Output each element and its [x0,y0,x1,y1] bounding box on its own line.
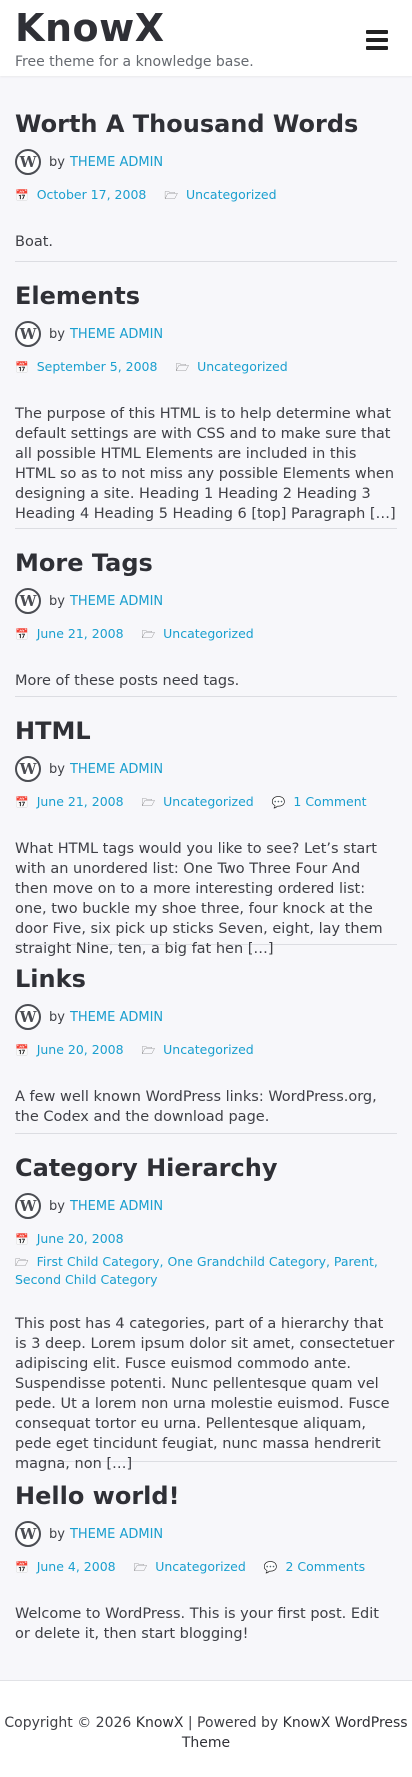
post-meta: 📅 June 21, 2008 🗁 Uncategorized [15,625,397,643]
site-header: KnowX Free theme for a knowledge base. [0,0,412,76]
post-category[interactable]: Uncategorized [163,1042,254,1057]
post-item: More Tags W by THEME ADMIN 📅 June 21, 20… [15,529,397,697]
comment-icon: 💬 [263,1561,278,1574]
post-byline: W by THEME ADMIN [15,1520,397,1548]
wordpress-logo-icon: W [15,756,41,782]
post-excerpt: The purpose of this HTML is to help dete… [15,406,396,522]
calendar-icon: 📅 [15,361,29,374]
calendar-icon: 📅 [15,796,29,809]
wordpress-logo-icon: W [15,149,41,175]
post-list: Worth A Thousand Words W by THEME ADMIN … [0,76,412,1658]
wordpress-logo-icon: W [15,588,41,614]
post-item: HTML W by THEME ADMIN 📅 June 21, 2008 🗁 … [15,697,397,957]
post-excerpt: What HTML tags would you like to see? Le… [15,841,383,957]
post-title[interactable]: Worth A Thousand Words [15,110,397,138]
post-byline: W by THEME ADMIN [15,320,397,348]
author-link[interactable]: THEME ADMIN [70,1527,163,1542]
author-link[interactable]: THEME ADMIN [70,762,163,777]
post-comments[interactable]: 1 Comment [293,794,366,809]
post-date[interactable]: June 21, 2008 [37,626,124,641]
calendar-icon: 📅 [15,1561,29,1574]
post-category[interactable]: First Child Category, One Grandchild Cat… [15,1254,378,1287]
post-title[interactable]: Elements [15,282,397,310]
post-title[interactable]: HTML [15,717,397,745]
post-byline: W by THEME ADMIN [15,148,397,176]
author-prefix: by [49,1526,65,1542]
folder-open-icon: 🗁 [164,189,178,202]
copyright-text: Copyright © 2026 [4,1715,132,1731]
folder-open-icon: 🗁 [15,1256,29,1269]
post-title[interactable]: Links [15,965,397,993]
post-category[interactable]: Uncategorized [197,359,288,374]
calendar-icon: 📅 [15,628,29,641]
post-category[interactable]: Uncategorized [186,187,277,202]
wordpress-logo-icon: W [15,1193,41,1219]
post-item: Elements W by THEME ADMIN 📅 September 5,… [15,262,397,529]
site-title[interactable]: KnowX [15,8,397,48]
post-excerpt: More of these posts need tags. [15,673,240,689]
site-tagline: Free theme for a knowledge base. [15,54,254,70]
post-date[interactable]: June 20, 2008 [37,1042,124,1057]
folder-open-icon: 🗁 [175,361,190,374]
wordpress-logo-icon: W [15,1004,41,1030]
post-date[interactable]: June 4, 2008 [37,1559,116,1574]
post-title[interactable]: Hello world! [15,1482,397,1510]
post-byline: W by THEME ADMIN [15,1003,397,1031]
post-excerpt: A few well known WordPress links: WordPr… [15,1089,377,1125]
post-meta: 📅 October 17, 2008 🗁 Uncategorized [15,186,397,204]
folder-open-icon: 🗁 [133,1561,148,1574]
post-meta: 📅 June 20, 2008 🗁 First Child Category, … [15,1230,397,1288]
post-category[interactable]: Uncategorized [163,794,254,809]
author-prefix: by [49,1009,65,1025]
post-comments[interactable]: 2 Comments [285,1559,365,1574]
author-link[interactable]: THEME ADMIN [70,1199,163,1214]
powered-by-text: | Powered by [187,1715,279,1731]
post-date[interactable]: October 17, 2008 [37,187,147,202]
post-item: Worth A Thousand Words W by THEME ADMIN … [15,76,397,262]
post-date[interactable]: June 21, 2008 [37,794,124,809]
author-link[interactable]: THEME ADMIN [70,327,163,342]
post-byline: W by THEME ADMIN [15,1192,397,1220]
hamburger-icon[interactable] [366,30,388,50]
folder-open-icon: 🗁 [141,628,156,641]
post-meta: 📅 June 4, 2008 🗁 Uncategorized 💬 2 Comme… [15,1558,397,1576]
calendar-icon: 📅 [15,1233,29,1246]
author-link[interactable]: THEME ADMIN [70,1010,163,1025]
post-excerpt: Welcome to WordPress. This is your first… [15,1606,379,1642]
author-prefix: by [49,761,65,777]
post-byline: W by THEME ADMIN [15,755,397,783]
post-byline: W by THEME ADMIN [15,587,397,615]
author-prefix: by [49,1198,65,1214]
post-category[interactable]: Uncategorized [155,1559,246,1574]
post-meta: 📅 June 21, 2008 🗁 Uncategorized 💬 1 Comm… [15,793,397,811]
author-link[interactable]: THEME ADMIN [70,155,163,170]
comment-icon: 💬 [271,796,286,809]
post-item: Hello world! W by THEME ADMIN 📅 June 4, … [15,1462,397,1658]
wordpress-logo-icon: W [15,1521,41,1547]
folder-open-icon: 🗁 [141,796,156,809]
folder-open-icon: 🗁 [141,1044,156,1057]
author-link[interactable]: THEME ADMIN [70,594,163,609]
author-prefix: by [49,326,65,342]
calendar-icon: 📅 [15,189,29,202]
footer-site-link[interactable]: KnowX [136,1715,184,1731]
post-item: Category Hierarchy W by THEME ADMIN 📅 Ju… [15,1134,397,1472]
post-meta: 📅 June 20, 2008 🗁 Uncategorized [15,1041,397,1059]
site-footer: Copyright © 2026 KnowX | Powered by Know… [0,1680,412,1777]
post-date[interactable]: June 20, 2008 [37,1231,124,1246]
post-item: Links W by THEME ADMIN 📅 June 20, 2008 🗁… [15,945,397,1134]
post-meta: 📅 September 5, 2008 🗁 Uncategorized [15,358,397,376]
post-excerpt: Boat. [15,234,53,250]
post-title[interactable]: Category Hierarchy [15,1154,397,1182]
calendar-icon: 📅 [15,1044,29,1057]
wordpress-logo-icon: W [15,321,41,347]
author-prefix: by [49,154,65,170]
author-prefix: by [49,593,65,609]
post-date[interactable]: September 5, 2008 [37,359,158,374]
post-title[interactable]: More Tags [15,549,397,577]
post-excerpt: This post has 4 categories, part of a hi… [15,1316,395,1472]
post-category[interactable]: Uncategorized [163,626,254,641]
